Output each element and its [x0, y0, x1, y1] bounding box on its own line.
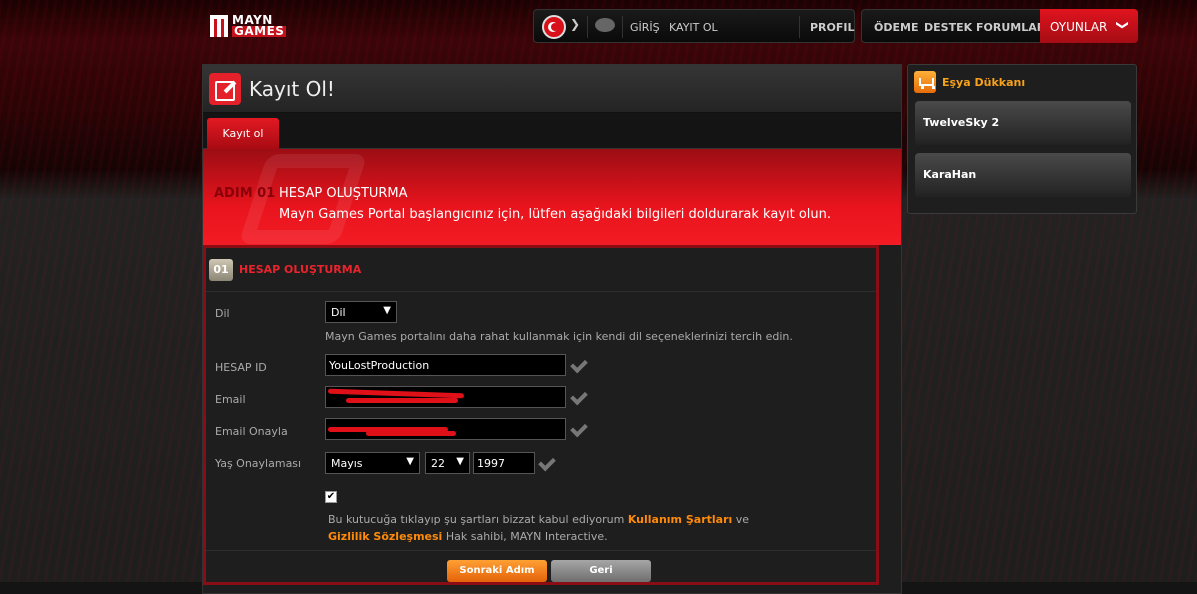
language-label: Dil	[215, 307, 230, 320]
redaction-mark	[327, 388, 465, 399]
games-menu-button[interactable]: OYUNLAR ❯	[1040, 9, 1138, 43]
step-description: Mayn Games Portal başlangıcınız için, lü…	[279, 207, 832, 222]
panel-header: Kayıt Ol!	[203, 65, 901, 113]
email-input[interactable]	[325, 386, 566, 408]
forums-link[interactable]: FORUMLAR	[976, 21, 1045, 34]
account-id-input[interactable]: YouLostProduction	[325, 354, 566, 376]
nav-divider	[587, 16, 588, 38]
account-id-label: HESAP ID	[215, 361, 267, 374]
chat-bubble-icon[interactable]	[595, 18, 615, 32]
form-actions: Sonraki Adım Geri	[206, 550, 876, 588]
birth-year-input[interactable]: 1997	[473, 452, 535, 474]
email-check-icon	[572, 389, 590, 403]
language-chevron-down-icon[interactable]: ❯	[570, 17, 580, 31]
account-nav-group: ❯ GİRİŞ KAYIT OL PROFIL	[533, 9, 855, 43]
terms-checkbox[interactable]: ✔	[325, 491, 337, 503]
select-arrow-icon: ▼	[456, 456, 464, 467]
games-menu-label: OYUNLAR	[1050, 20, 1108, 34]
redaction-mark	[366, 431, 456, 436]
nav-divider	[622, 16, 623, 38]
shop-item-twelvesky-2[interactable]: TwelveSky 2	[915, 101, 1131, 145]
select-arrow-icon: ▼	[406, 456, 414, 467]
top-navigation: MAYN GAMES ❯ GİRİŞ KAYIT OL PROFIL ÖDEME…	[0, 0, 1197, 50]
shop-header: Eşya Dükkanı	[908, 65, 1136, 99]
email-confirm-check-icon	[572, 421, 590, 435]
language-select-value: Dil	[331, 306, 346, 319]
mayn-games-logo[interactable]: MAYN GAMES	[210, 14, 287, 38]
games-chevron-down-icon: ❯	[1115, 19, 1130, 31]
email-label: Email	[215, 393, 246, 406]
age-check-icon	[540, 455, 558, 469]
payment-link[interactable]: ÖDEME	[874, 21, 918, 34]
tab-bar: Kayıt ol	[203, 113, 901, 149]
terms-text: Bu kutucuğa tıklayıp şu şartları bizzat …	[328, 511, 788, 545]
section-title: HESAP OLUŞTURMA	[239, 263, 362, 276]
shop-title: Eşya Dükkanı	[942, 75, 1026, 89]
tab-register[interactable]: Kayıt ol	[207, 118, 279, 149]
registration-panel: Kayıt Ol! Kayıt ol ADIM 01 HESAP OLUŞTUR…	[202, 64, 902, 594]
section-number-badge: 01	[209, 258, 233, 281]
email-confirm-label: Email Onayla	[215, 425, 288, 438]
profile-link[interactable]: PROFIL	[810, 21, 855, 34]
nav-divider	[799, 16, 800, 38]
terms-text-after: Hak sahibi, MAYN Interactive.	[442, 530, 608, 543]
language-select[interactable]: Dil ▼	[325, 301, 397, 323]
step-label: ADIM 01	[214, 186, 276, 201]
terms-text-before: Bu kutucuğa tıklayıp şu şartları bizzat …	[328, 513, 628, 526]
step-title: HESAP OLUŞTURMA	[279, 186, 408, 201]
language-help-text: Mayn Games portalını daha rahat kullanma…	[325, 330, 793, 343]
terms-text-mid: ve	[732, 513, 750, 526]
age-confirmation-label: Yaş Onaylaması	[215, 457, 302, 470]
login-link[interactable]: GİRİŞ	[630, 21, 660, 34]
logo-text: MAYN GAMES	[232, 14, 287, 38]
birth-month-value: Mayıs	[331, 457, 363, 470]
page-title: Kayıt Ol!	[249, 76, 335, 101]
account-id-check-icon	[572, 357, 590, 371]
birth-day-value: 22	[431, 457, 445, 470]
next-step-button[interactable]: Sonraki Adım	[447, 560, 547, 582]
main-nav-group: ÖDEME DESTEK FORUMLAR OYUNLAR ❯	[861, 9, 1138, 43]
account-form: 01 HESAP OLUŞTURMA Dil Dil ▼ Mayn Games …	[203, 245, 879, 585]
privacy-policy-link[interactable]: Gizlilik Sözleşmesi	[328, 530, 442, 543]
back-button[interactable]: Geri	[551, 560, 651, 582]
turkey-flag-icon[interactable]	[542, 15, 566, 39]
item-shop-panel: Eşya Dükkanı TwelveSky 2 KaraHan	[907, 64, 1137, 214]
birth-month-select[interactable]: Mayıs ▼	[325, 452, 420, 474]
register-link[interactable]: KAYIT OL	[669, 21, 718, 34]
terms-of-use-link[interactable]: Kullanım Şartları	[628, 513, 732, 526]
logo-mark-icon	[210, 15, 228, 37]
support-link[interactable]: DESTEK	[924, 21, 972, 34]
birth-day-select[interactable]: 22 ▼	[425, 452, 470, 474]
edit-form-icon	[209, 72, 241, 105]
form-section-header: 01 HESAP OLUŞTURMA	[206, 248, 876, 292]
shopping-cart-icon	[914, 71, 936, 93]
logo-bottom-text: GAMES	[232, 24, 287, 38]
shop-item-karahan[interactable]: KaraHan	[915, 153, 1131, 197]
email-confirm-input[interactable]	[325, 418, 566, 440]
step-banner: ADIM 01 HESAP OLUŞTURMA Mayn Games Porta…	[203, 149, 901, 245]
redaction-mark	[346, 398, 458, 403]
select-arrow-icon: ▼	[383, 305, 391, 316]
